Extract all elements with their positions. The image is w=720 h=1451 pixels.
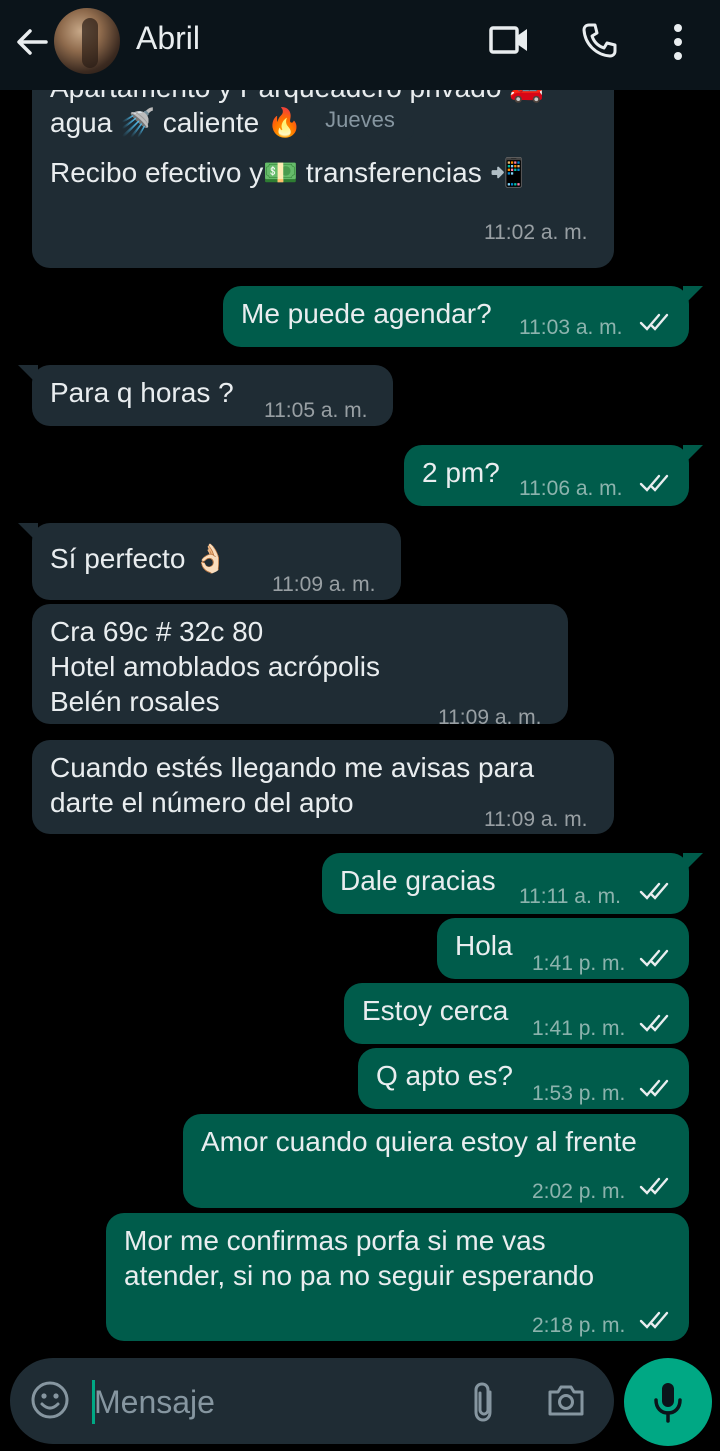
read-receipt-icon — [639, 1079, 669, 1097]
message-composer — [10, 1358, 614, 1444]
video-call-icon[interactable] — [488, 22, 530, 58]
message-time: 1:53 p. m. — [532, 1082, 626, 1105]
message-text: Belén rosales — [50, 686, 220, 717]
read-receipt-icon — [639, 949, 669, 967]
chat-header: Abril — [0, 0, 720, 90]
camera-icon[interactable] — [546, 1382, 586, 1418]
message-bubble-incoming[interactable]: Para q horas ? 11:05 a. m. — [32, 365, 393, 426]
message-text: atender, si no pa no seguir esperando — [124, 1260, 595, 1291]
message-input[interactable] — [94, 1380, 454, 1424]
message-bubble-incoming[interactable]: Sí perfecto 👌🏻 11:09 a. m. — [32, 523, 401, 600]
message-bubble-incoming[interactable]: Cra 69c # 32c 80 Hotel amoblados acrópol… — [32, 604, 568, 729]
message-bubble-outgoing[interactable]: Mor me confirmas porfa si me vas atender… — [106, 1213, 689, 1341]
message-time: 11:05 a. m. — [264, 399, 368, 422]
message-text: Dale gracias — [340, 865, 496, 896]
bubble-tail — [683, 445, 703, 465]
message-text: Hola — [455, 930, 513, 961]
emoji-icon[interactable] — [30, 1380, 70, 1420]
attach-icon[interactable] — [468, 1380, 500, 1424]
message-bubble-outgoing[interactable]: 2 pm? 11:06 a. m. — [404, 445, 689, 506]
message-time: 1:41 p. m. — [532, 1017, 626, 1040]
message-text: Estoy cerca — [362, 995, 509, 1026]
read-receipt-icon — [639, 882, 669, 900]
message-bubble-outgoing[interactable]: Me puede agendar? 11:03 a. m. — [223, 286, 689, 347]
message-text: Amor cuando quiera estoy al frente — [201, 1126, 637, 1157]
message-bubble-incoming[interactable]: Cuando estés llegando me avisas para dar… — [32, 740, 614, 834]
read-receipt-icon — [639, 313, 669, 331]
more-options-icon[interactable] — [664, 22, 692, 62]
read-receipt-icon — [639, 1014, 669, 1032]
read-receipt-icon — [639, 1177, 669, 1195]
message-text: Para q horas ? — [50, 377, 234, 408]
message-text: Apartamento y Parqueadero privado 🚗 — [50, 90, 544, 105]
message-text: darte el número del apto — [50, 787, 354, 818]
avatar[interactable] — [54, 8, 120, 74]
message-text: Recibo efectivo y💵 transferencias 📲 — [50, 157, 525, 188]
message-time: 11:09 a. m. — [438, 706, 542, 729]
message-text: Mor me confirmas porfa si me vas — [124, 1225, 546, 1256]
message-text: Cuando estés llegando me avisas para — [50, 752, 535, 783]
message-time: 11:02 a. m. — [484, 221, 588, 244]
bubble-tail — [18, 523, 38, 543]
bubble-tail — [683, 853, 703, 873]
message-bubble-outgoing[interactable]: Q apto es? 1:53 p. m. — [358, 1048, 689, 1109]
message-text: agua 🚿 caliente 🔥 — [50, 107, 302, 138]
read-receipt-icon — [639, 474, 669, 492]
message-time: 11:09 a. m. — [484, 808, 588, 831]
message-time: 2:18 p. m. — [532, 1314, 626, 1337]
voice-record-button[interactable] — [624, 1358, 712, 1446]
message-bubble-outgoing[interactable]: Dale gracias 11:11 a. m. — [322, 853, 689, 914]
message-time: 1:41 p. m. — [532, 952, 626, 975]
back-arrow-icon[interactable] — [14, 24, 50, 60]
message-text: Cra 69c # 32c 80 — [50, 616, 264, 647]
message-text: Q apto es? — [376, 1060, 513, 1091]
microphone-icon — [654, 1383, 682, 1423]
message-time: 2:02 p. m. — [532, 1180, 626, 1203]
contact-name[interactable]: Abril — [136, 20, 200, 57]
read-receipt-icon — [639, 1311, 669, 1329]
message-text: Hotel amoblados acrópolis — [50, 651, 380, 682]
message-text: Me puede agendar? — [241, 298, 492, 329]
message-text: Sí perfecto 👌🏻 — [50, 543, 229, 574]
message-bubble-outgoing[interactable]: Hola 1:41 p. m. — [437, 918, 689, 979]
date-chip: Jueves — [306, 100, 414, 140]
message-time: 11:11 a. m. — [519, 885, 621, 908]
phone-icon[interactable] — [580, 22, 618, 60]
message-bubble-outgoing[interactable]: Estoy cerca 1:41 p. m. — [344, 983, 689, 1044]
message-time: 11:09 a. m. — [272, 573, 376, 596]
message-time: 11:06 a. m. — [519, 477, 623, 500]
message-time: 11:03 a. m. — [519, 316, 623, 339]
bubble-tail — [18, 365, 38, 385]
message-text: 2 pm? — [422, 457, 500, 488]
message-list[interactable]: Apartamento y Parqueadero privado 🚗 agua… — [0, 90, 720, 1360]
message-bubble-outgoing[interactable]: Amor cuando quiera estoy al frente 2:02 … — [183, 1114, 689, 1208]
bubble-tail — [683, 286, 703, 306]
